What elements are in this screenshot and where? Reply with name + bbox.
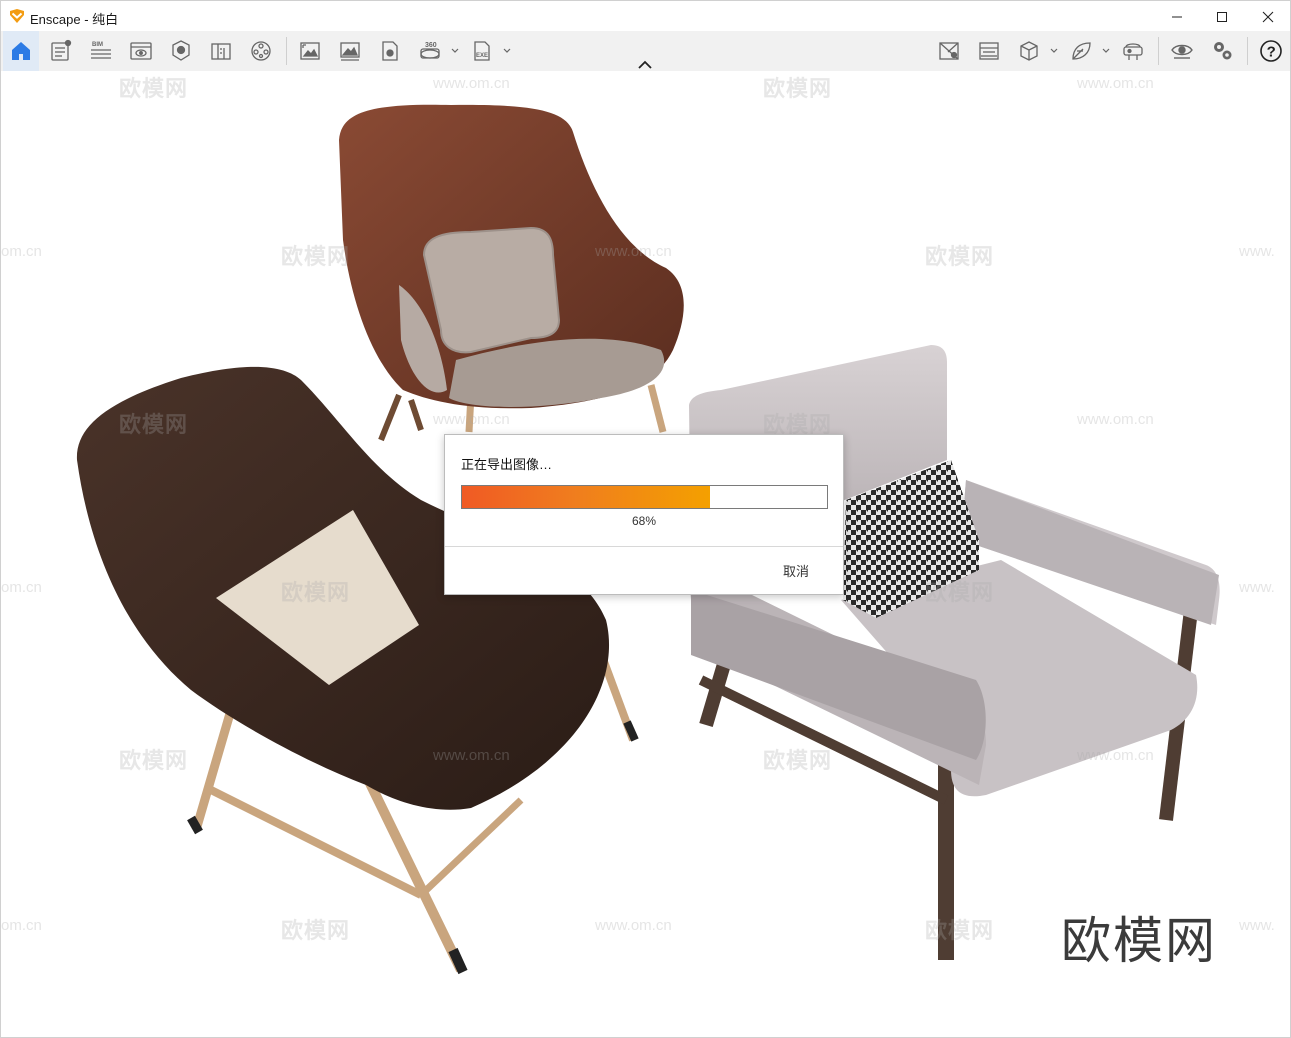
export-progress-fill bbox=[462, 486, 710, 508]
chevron-down-icon[interactable] bbox=[450, 46, 460, 56]
cancel-button[interactable]: 取消 bbox=[771, 560, 821, 580]
watermark-text: 欧模网 bbox=[925, 918, 995, 943]
watermark-text: 欧模网 bbox=[119, 748, 189, 773]
chevron-down-icon[interactable] bbox=[1101, 46, 1111, 56]
watermark-url: www.om.cn bbox=[1077, 411, 1154, 428]
minimize-icon bbox=[1172, 16, 1182, 17]
chevron-down-icon[interactable] bbox=[1049, 46, 1059, 56]
watermark-text: 欧模网 bbox=[763, 748, 833, 773]
toolbar-separator bbox=[1158, 37, 1159, 65]
watermark-url: www.om.cn bbox=[433, 747, 510, 764]
watermark-url: www.om.cn bbox=[595, 243, 672, 260]
watermark-url: om.cn bbox=[1, 579, 42, 596]
watermark-text: 欧模网 bbox=[119, 412, 189, 437]
watermark-text: 欧模网 bbox=[763, 76, 833, 101]
export-360-icon: 360 bbox=[420, 42, 440, 59]
export-360-button[interactable]: 360 bbox=[412, 35, 448, 67]
watermark-text: 欧模网 bbox=[281, 244, 351, 269]
watermark-text: 欧模网 bbox=[281, 580, 351, 605]
watermark-url: www. bbox=[1239, 917, 1275, 934]
view-management-icon bbox=[130, 42, 152, 60]
watermark-text: 欧模网 bbox=[925, 244, 995, 269]
export-exe-button[interactable]: EXE bbox=[464, 35, 500, 67]
svg-text:?: ? bbox=[1267, 44, 1276, 61]
watermark-url: www.om.cn bbox=[1077, 747, 1154, 764]
home-icon bbox=[12, 42, 30, 60]
toolbar-separator bbox=[1247, 37, 1248, 65]
watermark-text: 欧模网 bbox=[925, 580, 995, 605]
toolbar-separator bbox=[286, 37, 287, 65]
export-progress-bar bbox=[461, 485, 828, 509]
asset-library-button[interactable] bbox=[43, 35, 79, 67]
brand-watermark-logo: 欧模网 bbox=[1061, 913, 1217, 969]
eye-preview-icon bbox=[1171, 44, 1193, 59]
export-exe-icon: EXE bbox=[474, 41, 490, 61]
watermark-url: om.cn bbox=[1, 917, 42, 934]
material-editor-button[interactable] bbox=[203, 35, 239, 67]
asset-library-icon bbox=[51, 39, 72, 61]
leaf-collaboration-icon bbox=[1072, 42, 1091, 60]
close-icon bbox=[1262, 11, 1274, 22]
sun-light-icon bbox=[172, 40, 190, 61]
atmosphere-button[interactable] bbox=[971, 35, 1007, 67]
render-image-icon bbox=[300, 42, 320, 60]
atmosphere-icon bbox=[979, 42, 999, 60]
help-button[interactable]: ? bbox=[1253, 35, 1289, 67]
brown-lounge-chair bbox=[339, 104, 684, 442]
bim-icon: BIM bbox=[91, 42, 111, 59]
batch-render-icon bbox=[340, 42, 360, 61]
collapse-toolbar-chevron-up-icon[interactable] bbox=[636, 59, 654, 71]
leaf-collaboration-button[interactable] bbox=[1063, 35, 1099, 67]
watermark-url: www.om.cn bbox=[433, 411, 510, 428]
minimize-button[interactable] bbox=[1154, 1, 1200, 32]
maximize-button[interactable] bbox=[1199, 1, 1245, 32]
help-icon: ? bbox=[1260, 40, 1282, 62]
svg-text:360: 360 bbox=[425, 42, 437, 49]
batch-render-button[interactable] bbox=[332, 35, 368, 67]
watermark-url: www. bbox=[1239, 579, 1275, 596]
watermark-url: www. bbox=[1239, 243, 1275, 260]
dialog-divider bbox=[445, 546, 843, 547]
dialog-title: 正在导出图像… bbox=[461, 457, 553, 472]
progress-percent-label: 68% bbox=[631, 514, 657, 528]
gear-settings-button[interactable] bbox=[1204, 35, 1240, 67]
watermark-url: om.cn bbox=[1, 243, 42, 260]
cube-view-icon bbox=[1020, 41, 1038, 61]
video-editor-button[interactable] bbox=[243, 35, 279, 67]
close-button[interactable] bbox=[1245, 1, 1291, 32]
vr-headset-icon bbox=[1123, 43, 1143, 60]
export-progress-dialog: 正在导出图像… 68% 取消 bbox=[444, 434, 844, 595]
watermark-url: www.om.cn bbox=[595, 917, 672, 934]
video-editor-icon bbox=[251, 41, 271, 61]
export-panorama-button[interactable] bbox=[372, 35, 408, 67]
view-management-button[interactable] bbox=[123, 35, 159, 67]
vr-headset-button[interactable] bbox=[1115, 35, 1151, 67]
enscape-logo-icon bbox=[10, 9, 24, 23]
svg-text:EXE: EXE bbox=[476, 53, 488, 59]
gear-settings-icon bbox=[1214, 42, 1232, 60]
material-editor-icon bbox=[211, 43, 231, 60]
watermark-url: www.om.cn bbox=[433, 75, 510, 92]
window-title-bar: Enscape - 纯白 bbox=[0, 0, 1291, 31]
maximize-icon bbox=[1217, 11, 1227, 22]
bim-button[interactable]: BIM bbox=[83, 35, 119, 67]
chevron-down-icon[interactable] bbox=[502, 46, 512, 56]
render-image-button[interactable] bbox=[292, 35, 328, 67]
watermark-text: 欧模网 bbox=[281, 918, 351, 943]
cube-view-button[interactable] bbox=[1011, 35, 1047, 67]
window-title: Enscape - 纯白 bbox=[30, 12, 119, 27]
eye-preview-button[interactable] bbox=[1164, 35, 1200, 67]
watermark-text: 欧模网 bbox=[119, 76, 189, 101]
visual-settings-icon bbox=[939, 42, 959, 60]
watermark-url: www.om.cn bbox=[1077, 75, 1154, 92]
export-panorama-icon bbox=[382, 41, 398, 61]
home-button[interactable] bbox=[3, 31, 39, 71]
sun-light-button[interactable] bbox=[163, 35, 199, 67]
visual-settings-button[interactable] bbox=[931, 35, 967, 67]
svg-text:BIM: BIM bbox=[92, 42, 103, 48]
